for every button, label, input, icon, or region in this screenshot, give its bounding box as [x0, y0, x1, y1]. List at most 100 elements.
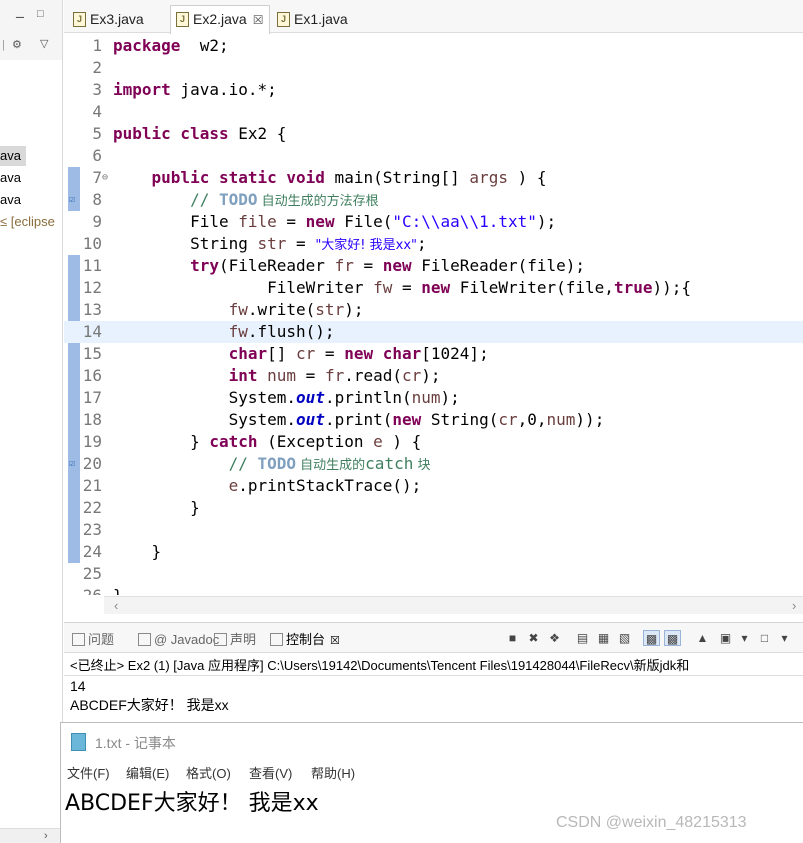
code-token: );: [440, 388, 460, 407]
notepad-menu-item[interactable]: 格式(O): [186, 763, 231, 782]
code-line[interactable]: 10 String str = "大家好! 我是xx";: [64, 233, 803, 255]
code-token: main(String[]: [324, 168, 470, 187]
editor-horizontal-scrollbar[interactable]: ‹ ›: [104, 596, 803, 614]
remove-launch-icon[interactable]: ✖: [525, 630, 542, 646]
notepad-content[interactable]: ABCDEF大家好！ 我是xx: [65, 785, 319, 817]
package-explorer-item[interactable]: ava: [0, 190, 21, 210]
package-explorer-item[interactable]: ava: [0, 168, 21, 188]
code-area[interactable]: 1 package w2; 2 3 import java.io.*; 4 5 public …: [64, 33, 803, 595]
code-line[interactable]: 22 }: [64, 497, 803, 519]
code-line[interactable]: 2: [64, 57, 803, 79]
scroll-lock-icon[interactable]: ▦: [595, 630, 612, 646]
code-token: new: [382, 256, 412, 275]
scroll-left-icon[interactable]: ‹: [114, 598, 118, 613]
package-explorer-toolbar: ⚊ □ | ⚙ ▽: [0, 0, 62, 60]
line-number: 3: [92, 80, 102, 99]
code-line[interactable]: 23: [64, 519, 803, 541]
notepad-title-bar[interactable]: 1.txt - 记事本: [61, 723, 803, 759]
package-explorer-item[interactable]: ≤ [eclipse: [0, 212, 55, 232]
tab-ex1-java[interactable]: J Ex1.java: [272, 6, 354, 32]
code-line[interactable]: 20 ☑ // TODO 自动生成的catch 块: [64, 453, 803, 475]
code-line[interactable]: 6: [64, 145, 803, 167]
code-line[interactable]: 25: [64, 563, 803, 585]
code-line[interactable]: 21 e.printStackTrace();: [64, 475, 803, 497]
console-tab[interactable]: @ Javadoc: [136, 630, 219, 650]
minimize-icon[interactable]: ⚊: [15, 8, 25, 22]
tab-ex2-java[interactable]: J Ex2.java ☒: [170, 5, 271, 34]
open-console-chevron-icon[interactable]: ▾: [776, 630, 793, 646]
code-line[interactable]: 4: [64, 101, 803, 123]
code-line[interactable]: 18 System.out.print(new String(cr,0,num)…: [64, 409, 803, 431]
code-line[interactable]: 16 int num = fr.read(cr);: [64, 365, 803, 387]
line-number: 16: [82, 366, 102, 385]
code-token: ,0,: [517, 410, 547, 429]
java-file-icon: J: [277, 12, 290, 27]
code-token: e: [228, 476, 239, 495]
console-tab[interactable]: 控制台 ☒: [268, 630, 340, 650]
view-menu-chevron-icon[interactable]: ▽: [40, 37, 48, 51]
task-marker-icon[interactable]: ☑: [69, 453, 75, 475]
word-wrap-icon[interactable]: ▧: [616, 630, 633, 646]
pin-console-icon[interactable]: ▲: [694, 630, 711, 646]
code-token: file: [238, 212, 277, 231]
open-console-icon[interactable]: □: [756, 630, 773, 646]
code-token: ) {: [507, 168, 547, 187]
code-line[interactable]: 5 public class Ex2 {: [64, 123, 803, 145]
code-token: num: [546, 410, 576, 429]
tab-ex3-java[interactable]: J Ex3.java: [68, 6, 150, 32]
code-line[interactable]: 9 File file = new File("C:\\aa\\1.txt");: [64, 211, 803, 233]
scroll-right-icon[interactable]: ›: [44, 829, 48, 843]
close-icon[interactable]: ☒: [330, 635, 340, 647]
maximize-icon[interactable]: □: [37, 7, 44, 21]
notepad-menu-item[interactable]: 文件(F): [67, 763, 110, 782]
code-line[interactable]: 8 ☑ // TODO 自动生成的方法存根: [64, 189, 803, 211]
display-console-icon[interactable]: ▣: [717, 630, 734, 646]
code-line[interactable]: 12 FileWriter fw = new FileWriter(file,t…: [64, 277, 803, 299]
code-line[interactable]: 1 package w2;: [64, 35, 803, 57]
notepad-menu-item[interactable]: 帮助(H): [311, 763, 355, 782]
code-token: FileWriter(file,: [450, 278, 614, 297]
display-console-chevron-icon[interactable]: ▾: [736, 630, 753, 646]
code-line[interactable]: 14 fw.flush();: [64, 321, 803, 343]
code-line[interactable]: 24 }: [64, 541, 803, 563]
notepad-menu-bar: 文件(F) 编辑(E) 格式(O) 查看(V) 帮助(H): [61, 761, 803, 783]
remove-all-icon[interactable]: ❖: [546, 630, 563, 646]
close-icon[interactable]: ☒: [253, 13, 264, 27]
java-file-icon: J: [176, 12, 189, 27]
code-line[interactable]: 7 ⊖ public static void main(String[] args…: [64, 167, 803, 189]
package-explorer-item[interactable]: ava: [0, 146, 26, 166]
code-token: ));{: [652, 278, 691, 297]
notepad-menu-item[interactable]: 查看(V): [249, 763, 292, 782]
code-text: File file = new File("C:\\aa\\1.txt");: [113, 211, 556, 233]
terminate-icon[interactable]: ■: [504, 630, 521, 646]
code-token: =: [353, 256, 383, 275]
package-explorer-scrollbar[interactable]: ›: [0, 828, 62, 843]
code-token: java.io.*;: [170, 80, 277, 99]
code-token: fr: [324, 366, 345, 385]
code-line[interactable]: 19 } catch (Exception e ) {: [64, 431, 803, 453]
clear-console-icon[interactable]: ▤: [574, 630, 591, 646]
console-tab[interactable]: 声明: [212, 630, 256, 650]
code-token: true: [613, 278, 653, 297]
notepad-menu-item[interactable]: 编辑(E): [126, 763, 169, 782]
scroll-right-icon[interactable]: ›: [792, 598, 796, 613]
console-tab[interactable]: 问题: [70, 630, 114, 650]
code-line[interactable]: 11 try(FileReader fr = new FileReader(fi…: [64, 255, 803, 277]
fold-collapse-icon[interactable]: ⊖: [102, 167, 108, 189]
code-line[interactable]: 13 fw.write(str);: [64, 299, 803, 321]
task-marker-icon[interactable]: ☑: [69, 189, 75, 211]
code-line[interactable]: 15 char[] cr = new char[1024];: [64, 343, 803, 365]
show-on-stderr-icon[interactable]: ▩: [664, 630, 681, 646]
editor-tab-bar: J Ex3.java J Ex2.java ☒ J Ex1.java: [64, 0, 803, 34]
link-editor-icon[interactable]: ⚙: [12, 38, 22, 52]
code-line[interactable]: 17 System.out.println(num);: [64, 387, 803, 409]
code-token: System.: [113, 410, 297, 429]
show-on-stdout-icon[interactable]: ▩: [643, 630, 660, 646]
code-line[interactable]: 3 import java.io.*;: [64, 79, 803, 101]
line-number: 15: [82, 344, 102, 363]
code-token: str: [257, 234, 287, 253]
code-line[interactable]: 26}: [64, 585, 803, 595]
